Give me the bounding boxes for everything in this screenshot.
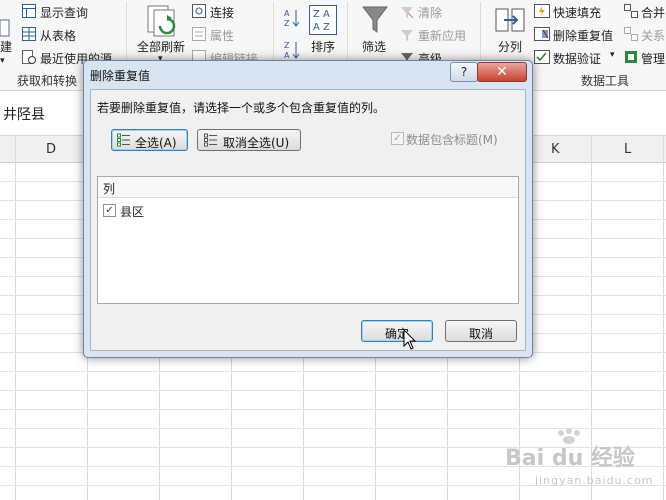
- svg-text:A: A: [284, 9, 290, 18]
- data-validation-button[interactable]: 数据验证: [553, 50, 601, 67]
- relationships-button[interactable]: 关系: [641, 27, 665, 44]
- column-header-k[interactable]: K: [551, 142, 560, 157]
- sort-dialog-icon: Z A A Z: [309, 5, 337, 35]
- new-query-dropdown-icon[interactable]: ▾: [0, 56, 5, 66]
- select-all-label: 全选(A): [135, 136, 177, 150]
- properties-button[interactable]: 属性: [210, 27, 234, 44]
- column-header-l[interactable]: L: [624, 142, 631, 157]
- clear-button[interactable]: 清除: [418, 4, 442, 21]
- filter-button[interactable]: 筛选: [362, 38, 386, 55]
- dialog-instruction: 若要删除重复值，请选择一个或多个包含重复值的列。: [97, 101, 386, 115]
- new-query-icon: [0, 19, 10, 37]
- svg-text:Z: Z: [284, 19, 290, 28]
- remove-duplicates-button[interactable]: 删除重复值: [553, 27, 613, 44]
- sort-ascending-icon[interactable]: A Z: [284, 8, 300, 28]
- data-tools-group-label: 数据工具: [581, 74, 630, 88]
- columns-list-header: 列: [98, 177, 518, 198]
- show-queries-icon: [22, 4, 36, 18]
- cancel-button-label: 取消: [469, 327, 494, 341]
- unselect-all-label: 取消全选(U): [223, 136, 290, 150]
- column-label-county: 县区: [120, 205, 145, 219]
- manage-data-model-button[interactable]: 管理: [641, 50, 665, 67]
- show-queries-button[interactable]: 显示查询: [40, 4, 88, 21]
- mouse-cursor-icon: [403, 329, 417, 350]
- grid-line: [0, 409, 666, 410]
- remove-duplicates-dialog: 删除重复值 ? ✕ 若要删除重复值，请选择一个或多个包含重复值的列。 全选(A): [83, 60, 533, 358]
- reapply-button[interactable]: 重新应用: [418, 27, 466, 44]
- manage-data-model-icon: [625, 51, 637, 63]
- my-data-has-headers-checkbox[interactable]: ✓: [391, 132, 404, 145]
- grid-line: [0, 390, 666, 391]
- help-button[interactable]: ?: [450, 62, 478, 82]
- sort-button[interactable]: 排序: [311, 38, 335, 55]
- sort-descending-icon[interactable]: Z A: [284, 40, 300, 60]
- recent-sources-icon: [22, 50, 36, 64]
- svg-text:A: A: [284, 51, 290, 60]
- grid-line: [15, 136, 16, 500]
- column-checkbox-county[interactable]: ✓: [103, 204, 116, 217]
- cancel-button[interactable]: 取消: [445, 320, 517, 342]
- consolidate-button[interactable]: 合并: [641, 4, 665, 21]
- grid-line: [0, 371, 666, 372]
- my-data-has-headers-label: 数据包含标题(M): [406, 133, 498, 147]
- from-table-icon: [22, 27, 36, 41]
- from-table-button[interactable]: 从表格: [40, 27, 76, 44]
- watermark-url: jingyan.baidu.com: [535, 474, 654, 487]
- list-item[interactable]: ✓ 县区: [98, 201, 518, 219]
- columns-listbox[interactable]: 列 ✓ 县区: [97, 176, 519, 304]
- watermark-text: Bai du 经验: [505, 446, 635, 471]
- filter-funnel-icon: [362, 6, 388, 33]
- flash-fill-button[interactable]: 快速填充: [553, 4, 601, 21]
- flash-fill-icon: [534, 4, 550, 18]
- svg-text:Z A: Z A: [313, 9, 330, 20]
- close-button[interactable]: ✕: [477, 62, 527, 82]
- select-all-button[interactable]: 全选(A): [111, 129, 188, 151]
- new-query-label[interactable]: 建: [0, 38, 12, 55]
- svg-text:A Z: A Z: [313, 22, 330, 33]
- ok-button[interactable]: 确定: [361, 320, 433, 342]
- get-transform-group-label: 获取和转换: [17, 74, 78, 88]
- data-validation-dropdown-icon[interactable]: ▾: [610, 50, 615, 60]
- text-to-columns-icon: [495, 8, 525, 32]
- dialog-title: 删除重复值: [90, 69, 151, 83]
- consolidate-icon: [624, 4, 638, 18]
- connections-icon: [192, 4, 206, 18]
- refresh-all-button[interactable]: 全部刷新: [137, 38, 185, 55]
- formula-bar-value: 井陉县: [3, 107, 45, 123]
- connections-button[interactable]: 连接: [210, 4, 234, 21]
- relationships-icon: [624, 27, 638, 41]
- text-to-columns-button[interactable]: 分列: [498, 38, 522, 55]
- unselect-all-button[interactable]: 取消全选(U): [197, 129, 301, 151]
- columns-list-header-label: 列: [103, 182, 116, 196]
- reapply-icon: [401, 30, 413, 41]
- svg-text:Z: Z: [284, 41, 290, 50]
- refresh-all-icon: [147, 5, 176, 37]
- unselect-all-icon: [204, 133, 217, 147]
- column-header-d[interactable]: D: [46, 142, 56, 157]
- remove-duplicates-icon: [534, 27, 550, 41]
- data-validation-icon: [534, 50, 550, 64]
- properties-icon: [192, 27, 206, 41]
- clear-filter-icon: [401, 7, 414, 19]
- dialog-body: 若要删除重复值，请选择一个或多个包含重复值的列。 全选(A) 取消全选(U) ✓…: [90, 89, 526, 351]
- select-all-icon: [117, 133, 130, 147]
- grid-line: [663, 136, 664, 500]
